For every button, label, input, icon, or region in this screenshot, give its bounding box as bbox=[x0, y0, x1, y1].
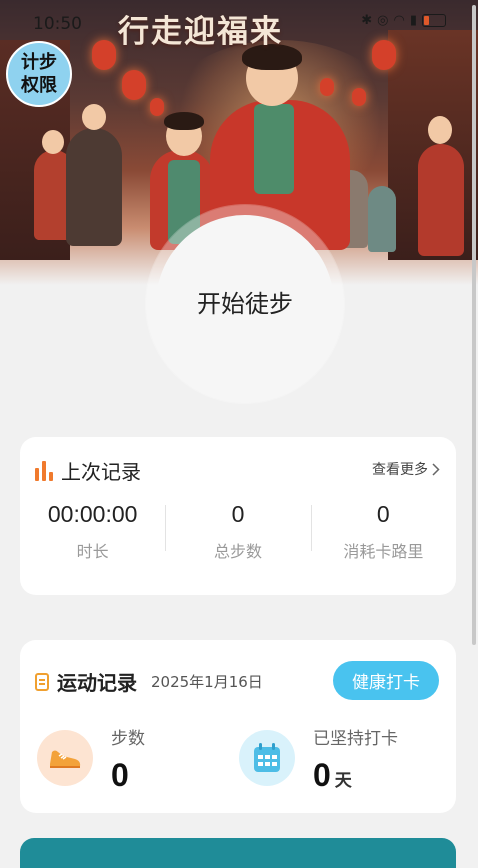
step-permission-button[interactable]: 计步权限 bbox=[6, 41, 72, 107]
status-time: 10:50 bbox=[33, 14, 82, 34]
steps-value: 0 bbox=[111, 757, 129, 793]
stat-value: 0 bbox=[231, 501, 245, 527]
last-record-header: 上次记录 bbox=[35, 456, 141, 485]
notebook-icon bbox=[35, 672, 49, 691]
lantern-icon bbox=[92, 40, 116, 70]
last-record-card: 上次记录 查看更多 00:00:00 时长 0 总步数 0 消耗卡路里 bbox=[20, 437, 456, 595]
sound-icon: ◎ bbox=[377, 13, 389, 28]
sim-icon: ▮ bbox=[409, 13, 417, 28]
exercise-record-card: 运动记录 2025年1月16日 健康打卡 步数 0 已坚持打卡 0 天 bbox=[20, 640, 456, 813]
stat-duration: 00:00:00 时长 bbox=[20, 501, 165, 562]
person-head bbox=[82, 104, 106, 130]
streak-metric: 已坚持打卡 0天 bbox=[239, 729, 398, 794]
bluetooth-icon: ✱ bbox=[361, 13, 373, 28]
wifi-icon: ◠ bbox=[393, 13, 405, 28]
lantern-icon bbox=[372, 40, 396, 70]
streak-value-row: 0天 bbox=[313, 757, 398, 794]
lantern-icon bbox=[352, 88, 366, 106]
record-date: 2025年1月16日 bbox=[151, 673, 263, 691]
bottom-action-button[interactable] bbox=[20, 838, 456, 868]
see-more-label: 查看更多 bbox=[372, 462, 428, 478]
step-permission-label: 计步权限 bbox=[21, 52, 57, 96]
steps-metric: 步数 0 bbox=[37, 729, 145, 794]
chevron-right-icon bbox=[432, 462, 440, 476]
stat-calories: 0 消耗卡路里 bbox=[310, 501, 456, 562]
exercise-record-title: 运动记录 bbox=[57, 671, 137, 695]
stat-label: 时长 bbox=[76, 542, 109, 561]
streak-label: 已坚持打卡 bbox=[313, 729, 398, 749]
see-more-link[interactable]: 查看更多 bbox=[372, 459, 440, 479]
main-figure-vest bbox=[254, 104, 294, 194]
last-record-title: 上次记录 bbox=[61, 460, 141, 484]
health-checkin-button[interactable]: 健康打卡 bbox=[333, 661, 439, 700]
stat-label: 消耗卡路里 bbox=[343, 542, 424, 561]
stat-label: 总步数 bbox=[213, 542, 262, 561]
person-figure bbox=[418, 144, 464, 256]
sneaker-icon bbox=[37, 730, 93, 786]
battery-icon bbox=[422, 14, 446, 27]
steps-label: 步数 bbox=[111, 729, 145, 749]
lantern-icon bbox=[150, 98, 164, 116]
exercise-record-header: 运动记录 2025年1月16日 bbox=[35, 667, 263, 696]
scrollbar[interactable] bbox=[472, 5, 476, 645]
streak-text: 已坚持打卡 0天 bbox=[313, 724, 398, 794]
person-head bbox=[428, 116, 452, 144]
start-walk-label: 开始徒步 bbox=[197, 289, 293, 318]
status-icons: ✱ ◎ ◠ ▮ bbox=[361, 13, 446, 28]
person-figure bbox=[66, 128, 122, 246]
calendar-icon bbox=[239, 730, 295, 786]
lantern-icon bbox=[320, 78, 334, 96]
stat-value: 00:00:00 bbox=[47, 501, 138, 527]
child-hair bbox=[164, 112, 204, 130]
bar-chart-icon bbox=[35, 460, 53, 481]
streak-unit: 天 bbox=[334, 771, 352, 790]
steps-text: 步数 0 bbox=[111, 724, 145, 794]
stat-total-steps: 0 总步数 bbox=[165, 501, 310, 562]
last-record-stats: 00:00:00 时长 0 总步数 0 消耗卡路里 bbox=[20, 501, 456, 562]
streak-value: 0 bbox=[313, 757, 331, 793]
start-walk-button[interactable]: 开始徒步 bbox=[156, 215, 334, 393]
stat-value: 0 bbox=[376, 501, 390, 527]
person-figure bbox=[368, 186, 396, 252]
person-head bbox=[42, 130, 64, 154]
hero-title: 行走迎福来 bbox=[118, 14, 283, 50]
lantern-icon bbox=[122, 70, 146, 100]
